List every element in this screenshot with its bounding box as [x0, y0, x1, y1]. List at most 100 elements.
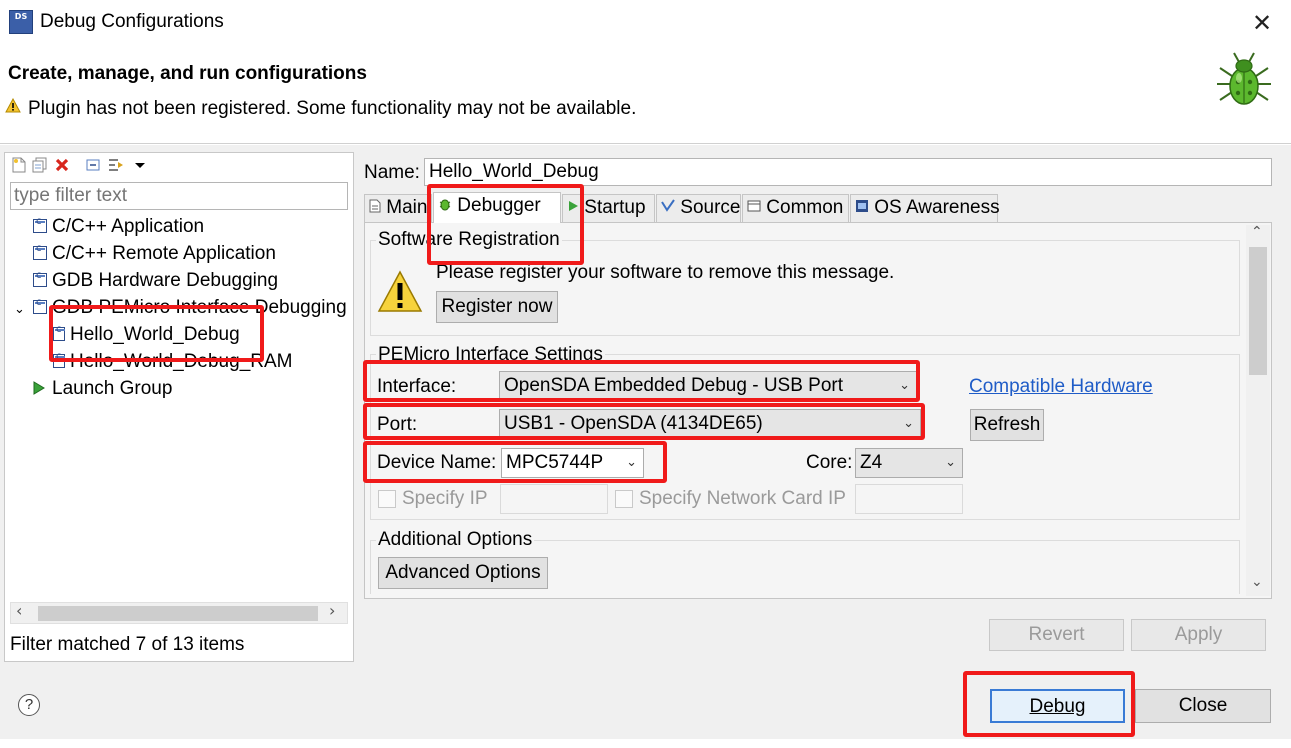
scrollbar-thumb[interactable]: [1249, 247, 1267, 375]
pemicro-interface-settings-label: PEMicro Interface Settings: [376, 344, 605, 366]
tab-label: Source: [680, 197, 741, 218]
window-title: Debug Configurations: [40, 11, 224, 32]
os-awareness-tab-icon: [855, 197, 869, 218]
advanced-options-button[interactable]: Advanced Options: [378, 557, 548, 589]
filter-input[interactable]: [10, 182, 348, 210]
c-config-icon: [33, 216, 47, 233]
chevron-down-icon: ⌄: [626, 455, 637, 470]
tab-label: Main: [386, 197, 428, 218]
tab-label: Common: [766, 197, 844, 218]
scroll-left-icon[interactable]: ‹: [16, 601, 22, 620]
tab-common[interactable]: Common: [742, 194, 849, 222]
tab-source[interactable]: Source: [656, 194, 741, 222]
help-icon[interactable]: ?: [18, 694, 40, 716]
port-label: Port:: [377, 414, 418, 435]
filter-icon[interactable]: [108, 157, 123, 173]
tree-item-launch-group[interactable]: Launch Group: [33, 378, 172, 404]
tree-item-label: GDB PEMicro Interface Debugging: [52, 297, 347, 318]
scroll-up-icon[interactable]: ⌃: [1251, 224, 1263, 240]
warning-large-icon: [377, 270, 423, 320]
tree-item-hello-world-debug-ram[interactable]: Hello_World_Debug_RAM: [53, 351, 292, 377]
core-value: Z4: [860, 452, 883, 473]
scroll-right-icon[interactable]: ›: [329, 601, 335, 620]
chevron-down-icon[interactable]: ⌄: [14, 302, 33, 317]
specify-nic-label: Specify Network Card IP: [639, 488, 846, 509]
specify-nic-checkbox[interactable]: [615, 490, 633, 508]
ip-field[interactable]: [500, 484, 608, 514]
c-config-icon: [33, 270, 47, 287]
specify-ip-label: Specify IP: [402, 488, 488, 509]
debugger-tab-icon: [438, 195, 452, 216]
tree-item-label: Launch Group: [52, 378, 173, 399]
close-button[interactable]: Close: [1135, 689, 1271, 723]
duplicate-icon[interactable]: [32, 157, 47, 173]
port-value: USB1 - OpenSDA (4134DE65): [504, 413, 763, 434]
tree-item-label: Hello_World_Debug_RAM: [70, 351, 293, 372]
tree-item-gdb-hardware-debugging[interactable]: GDB Hardware Debugging: [33, 270, 278, 296]
interface-label: Interface:: [377, 376, 457, 397]
tab-debugger[interactable]: Debugger: [433, 192, 561, 223]
revert-button[interactable]: Revert: [989, 619, 1124, 651]
tab-label: Startup: [584, 197, 646, 218]
filter-status: Filter matched 7 of 13 items: [10, 634, 245, 655]
chevron-down-icon: ⌄: [903, 416, 914, 431]
c-config-icon: [33, 243, 47, 260]
specify-ip-checkbox[interactable]: [378, 490, 396, 508]
dropdown-icon[interactable]: [133, 157, 147, 173]
refresh-button[interactable]: Refresh: [970, 409, 1044, 441]
close-icon[interactable]: ✕: [1252, 9, 1272, 37]
tree-item-gdb-pemicro[interactable]: ⌄ GDB PEMicro Interface Debugging: [14, 297, 347, 323]
launch-group-icon: [33, 379, 47, 401]
tab-startup[interactable]: Startup: [562, 194, 655, 222]
tab-label: Debugger: [457, 195, 541, 216]
background-strip: [0, 739, 1291, 748]
banner-title: Create, manage, and run configurations: [8, 63, 367, 84]
device-name-label: Device Name:: [377, 452, 497, 473]
software-registration-label: Software Registration: [376, 229, 562, 251]
common-tab-icon: [747, 197, 761, 218]
header-banner: [0, 46, 1291, 144]
tree-item-hello-world-debug[interactable]: Hello_World_Debug: [53, 324, 240, 350]
scroll-down-icon[interactable]: ⌄: [1251, 574, 1263, 590]
c-file-icon: [53, 324, 65, 341]
scrollbar-thumb[interactable]: [38, 606, 318, 621]
tree-item-label: Hello_World_Debug: [70, 324, 240, 345]
registration-message: Please register your software to remove …: [436, 262, 895, 283]
tab-main[interactable]: Main: [364, 194, 432, 222]
source-tab-icon: [661, 197, 675, 218]
tree-item-cc-remote-application[interactable]: C/C++ Remote Application: [33, 243, 276, 269]
tab-os-awareness[interactable]: OS Awareness: [850, 194, 1000, 222]
horizontal-scrollbar[interactable]: ‹ ›: [10, 601, 348, 624]
name-label: Name:: [364, 162, 420, 183]
nic-ip-field[interactable]: [855, 484, 963, 514]
tree-item-label: C/C++ Application: [52, 216, 205, 237]
main-tab-icon: [369, 197, 381, 218]
compatible-hardware-link[interactable]: Compatible Hardware: [969, 376, 1153, 398]
name-field[interactable]: [424, 158, 1272, 186]
additional-options-label: Additional Options: [376, 529, 535, 551]
port-select[interactable]: USB1 - OpenSDA (4134DE65) ⌄: [499, 409, 921, 439]
tab-label: OS Awareness: [874, 197, 1000, 218]
delete-icon[interactable]: [55, 157, 69, 173]
debug-button[interactable]: Debug: [990, 689, 1125, 723]
device-name-select[interactable]: MPC5744P ⌄: [501, 448, 644, 478]
c-config-icon: [33, 297, 47, 314]
warning-message: Plugin has not been registered. Some fun…: [28, 98, 637, 119]
apply-button[interactable]: Apply: [1131, 619, 1266, 651]
core-label: Core:: [806, 452, 853, 473]
chevron-down-icon: ⌄: [899, 378, 910, 393]
tree-item-cc-application[interactable]: C/C++ Application: [33, 216, 204, 242]
interface-select[interactable]: OpenSDA Embedded Debug - USB Port ⌄: [499, 371, 917, 401]
collapse-all-icon[interactable]: [86, 157, 100, 173]
new-config-icon[interactable]: [12, 157, 26, 173]
tree-item-label: C/C++ Remote Application: [52, 243, 276, 264]
interface-value: OpenSDA Embedded Debug - USB Port: [504, 375, 844, 396]
c-file-icon: [53, 351, 65, 368]
app-icon: DS: [9, 10, 33, 34]
register-now-button[interactable]: Register now: [436, 291, 558, 323]
chevron-down-icon: ⌄: [945, 455, 956, 470]
device-name-value: MPC5744P: [506, 452, 604, 473]
bug-icon: [1212, 50, 1276, 116]
vertical-scrollbar[interactable]: ⌃ ⌄: [1246, 224, 1270, 596]
core-select[interactable]: Z4 ⌄: [855, 448, 963, 478]
